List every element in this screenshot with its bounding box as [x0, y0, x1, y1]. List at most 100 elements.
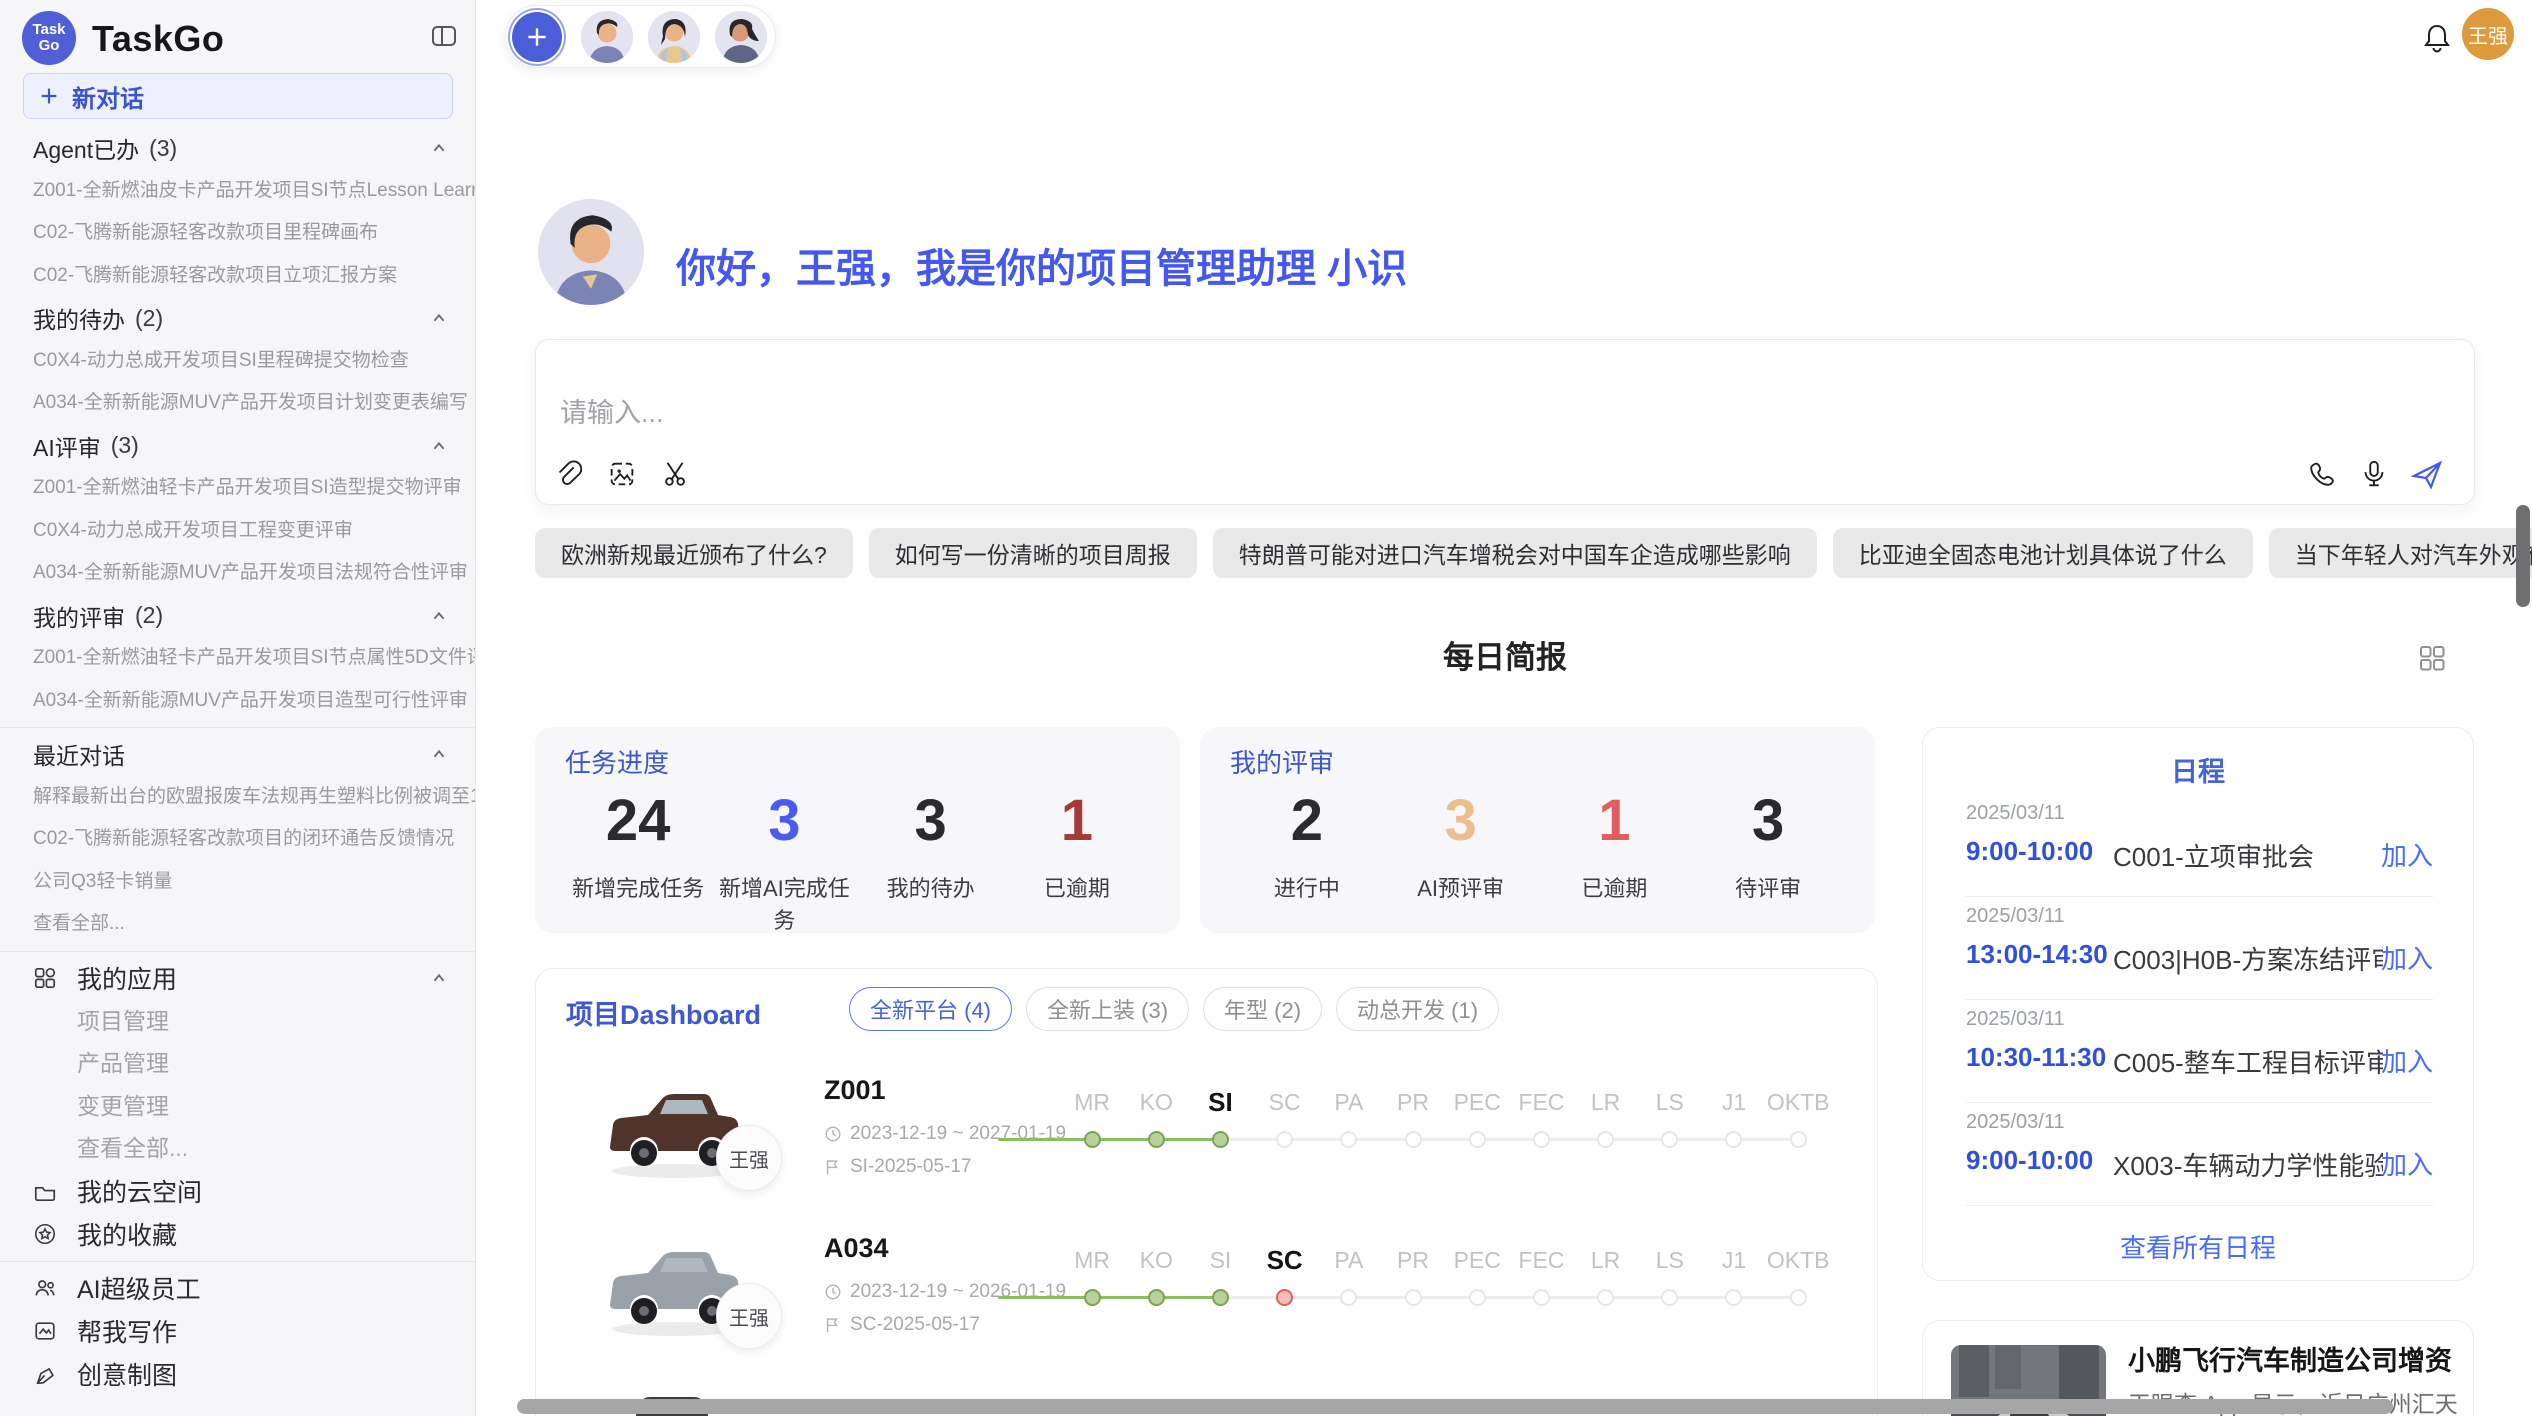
horizontal-scrollbar[interactable]	[517, 1399, 2393, 1414]
milestone: OKTB	[1766, 1245, 1830, 1306]
sidebar-section-header[interactable]: Agent已办 (3)	[0, 127, 476, 170]
recent-chats-header[interactable]: 最近对话	[0, 733, 476, 776]
sidebar-section-header[interactable]: 我的评审 (2)	[0, 595, 476, 638]
chevron-up-icon	[428, 137, 450, 159]
sidebar-collapse-icon[interactable]	[430, 22, 458, 50]
sidebar-list-item[interactable]: C02-飞腾新能源轻客改款项目里程碑画布	[0, 212, 476, 255]
milestone-label: FEC	[1518, 1245, 1564, 1275]
event-date: 2025/03/11	[1966, 802, 2065, 825]
vertical-scrollbar[interactable]	[2516, 505, 2530, 607]
milestone-label: KO	[1140, 1087, 1173, 1117]
milestone: MR	[1060, 1087, 1124, 1148]
sidebar-list-item[interactable]: C0X4-动力总成开发项目工程变更评审	[0, 510, 476, 553]
milestone: SI	[1188, 1245, 1252, 1306]
milestone-label: PEC	[1454, 1087, 1501, 1117]
join-button[interactable]: 加入	[2381, 939, 2433, 976]
sidebar-app-subitem[interactable]: 项目管理	[0, 1000, 476, 1043]
milestone-dot	[1340, 1131, 1357, 1148]
attachment-icon[interactable]	[552, 458, 586, 492]
sidebar-item-my-apps[interactable]: 我的应用	[0, 957, 476, 1000]
sidebar-list-item[interactable]: Z001-全新燃油轻卡产品开发项目SI造型提交物评审	[0, 467, 476, 510]
sidebar-list-item[interactable]: 解释最新出台的欧盟报废车法规再生塑料比例被调至15%...	[0, 776, 476, 819]
recent-chats-title: 最近对话	[33, 737, 125, 771]
event-title: C001-立项审批会	[2113, 837, 2383, 874]
suggestion-chip[interactable]: 特朗普可能对进口汽车增税会对中国车企造成哪些影响	[1213, 528, 1817, 578]
agent-avatar-3[interactable]	[715, 11, 767, 63]
sidebar-section: Agent已办 (3) Z001-全新燃油皮卡产品开发项目SI节点Lesson …	[0, 127, 476, 297]
sidebar-list-item[interactable]: A034-全新新能源MUV产品开发项目计划变更表编写	[0, 382, 476, 425]
ai-super-staff-label: AI超级员工	[77, 1270, 201, 1306]
sidebar-list-item[interactable]: C02-飞腾新能源轻客改款项目的闭环通告反馈情况	[0, 818, 476, 861]
sidebar-list-item[interactable]: C02-飞腾新能源轻客改款项目立项汇报方案	[0, 255, 476, 298]
sidebar-list-item[interactable]: A034-全新新能源MUV产品开发项目法规符合性评审	[0, 552, 476, 595]
dashboard-filters: 全新平台 (4) 全新上装 (3) 年型 (2) 动总开发 (1)	[849, 987, 1499, 1031]
join-button[interactable]: 加入	[2381, 1042, 2433, 1079]
cloud-icon	[33, 1179, 57, 1203]
sidebar-section-header[interactable]: AI评审 (3)	[0, 425, 476, 468]
sidebar-list-item[interactable]: Z001-全新燃油轻卡产品开发项目SI节点属性5D文件评审	[0, 637, 476, 680]
suggestion-chip[interactable]: 比亚迪全固态电池计划具体说了什么	[1833, 528, 2253, 578]
milestone-label: OKTB	[1767, 1087, 1830, 1117]
layout-grid-icon[interactable]	[2417, 643, 2447, 673]
add-agent-button[interactable]	[512, 12, 562, 62]
milestone: OKTB	[1766, 1087, 1830, 1148]
sidebar-list-item[interactable]: C0X4-动力总成开发项目SI里程碑提交物检查	[0, 340, 476, 383]
milestone-label: SI	[1210, 1245, 1232, 1275]
stat: 1 已逾期	[1538, 785, 1692, 903]
sidebar-item-help-me-write[interactable]: 帮我写作	[0, 1310, 476, 1353]
suggestion-chip[interactable]: 当下年轻人对汽车外观有怎样的喜好趋势	[2269, 528, 2532, 578]
logo-line1: Task	[32, 22, 65, 38]
suggestion-chip[interactable]: 如何写一份清晰的项目周报	[869, 528, 1197, 578]
sidebar-app-subitem[interactable]: 产品管理	[0, 1042, 476, 1085]
dashboard-filter-chip[interactable]: 全新上装 (3)	[1026, 987, 1189, 1031]
section-count: (3)	[111, 432, 139, 459]
write-icon	[33, 1319, 57, 1343]
project-row[interactable]: 王强 Z001 2023-12-19 ~ 2027-01-19 SI-2025-…	[536, 1061, 1877, 1219]
stat: 2 进行中	[1230, 785, 1384, 903]
stat-value: 1	[1538, 785, 1692, 857]
sidebar-header: Task Go TaskGo	[0, 0, 475, 76]
notification-bell-icon[interactable]	[2420, 21, 2454, 55]
sidebar-item-creative-drawing[interactable]: 创意制图	[0, 1353, 476, 1396]
stat-value: 24	[565, 785, 711, 857]
suggestion-chip[interactable]: 欧洲新规最近颁布了什么?	[535, 528, 853, 578]
scissors-icon[interactable]	[660, 458, 694, 492]
dashboard-filter-chip[interactable]: 全新平台 (4)	[849, 987, 1012, 1031]
event-date: 2025/03/11	[1966, 1111, 2065, 1134]
screenshot-image-icon[interactable]	[606, 458, 640, 492]
milestone-dot	[1212, 1131, 1229, 1148]
sidebar-item-ai-super-staff[interactable]: AI超级员工	[0, 1267, 476, 1310]
schedule-entry: 2025/03/11 10:30-11:30 C005-整车工程目标评审 加入	[1923, 1000, 2473, 1103]
join-button[interactable]: 加入	[2381, 1145, 2433, 1182]
pen-icon	[33, 1362, 57, 1386]
sidebar-list-item[interactable]: 公司Q3轻卡销量	[0, 861, 476, 904]
sidebar-list-item[interactable]: Z001-全新燃油皮卡产品开发项目SI节点Lesson Learn报告	[0, 170, 476, 213]
send-icon[interactable]	[2410, 458, 2444, 492]
dashboard-filter-chip[interactable]: 年型 (2)	[1203, 987, 1322, 1031]
agent-avatar-2[interactable]	[648, 11, 700, 63]
section-title: AI评审	[33, 429, 101, 463]
join-button[interactable]: 加入	[2381, 836, 2433, 873]
sidebar-item-cloud-space[interactable]: 我的云空间	[0, 1170, 476, 1213]
phone-call-icon[interactable]	[2306, 458, 2340, 492]
project-row[interactable]: 王强 A034 2023-12-19 ~ 2026-01-19 SC-2025-…	[536, 1219, 1877, 1377]
plus-icon	[524, 24, 550, 50]
task-progress-title: 任务进度	[565, 743, 1150, 775]
chat-input[interactable]	[560, 398, 2160, 429]
app-subitems: 项目管理产品管理变更管理查看全部...	[0, 1000, 476, 1170]
sidebar-item-favorites[interactable]: 我的收藏	[0, 1213, 476, 1256]
agent-avatar-1[interactable]	[581, 11, 633, 63]
user-avatar[interactable]: 王强	[2462, 8, 2514, 60]
sidebar-list-item[interactable]: 查看全部...	[0, 903, 476, 946]
view-all-schedule-link[interactable]: 查看所有日程	[1923, 1228, 2473, 1265]
microphone-icon[interactable]	[2358, 458, 2392, 492]
sidebar-app-subitem[interactable]: 变更管理	[0, 1085, 476, 1128]
milestone-track: MR KO SI SC PA PR PEC FEC LR LS J1 OKTB	[1060, 1087, 1832, 1161]
milestone-dot	[1084, 1131, 1101, 1148]
milestone-label: MR	[1074, 1245, 1110, 1275]
sidebar-section-header[interactable]: 我的待办 (2)	[0, 297, 476, 340]
sidebar-app-subitem[interactable]: 查看全部...	[0, 1127, 476, 1170]
new-chat-button[interactable]: 新对话	[23, 73, 453, 119]
dashboard-filter-chip[interactable]: 动总开发 (1)	[1336, 987, 1499, 1031]
sidebar-list-item[interactable]: A034-全新新能源MUV产品开发项目造型可行性评审	[0, 680, 476, 723]
